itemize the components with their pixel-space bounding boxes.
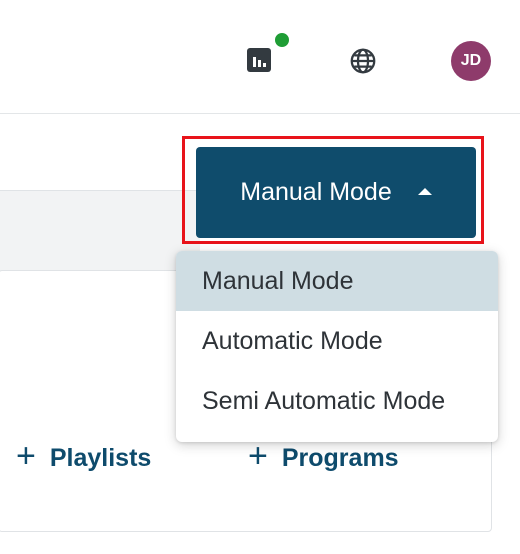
globe-icon[interactable] — [347, 45, 379, 77]
caret-up-icon — [417, 188, 432, 195]
top-bar: JD — [0, 0, 520, 114]
analytics-icon[interactable] — [246, 47, 272, 73]
menu-item-semi-automatic-mode[interactable]: Semi Automatic Mode — [176, 371, 498, 431]
add-playlists-button[interactable]: + Playlists — [16, 439, 152, 473]
mode-dropdown-menu: Manual Mode Automatic Mode Semi Automati… — [176, 251, 498, 442]
plus-icon: + — [16, 437, 36, 475]
avatar[interactable]: JD — [451, 41, 491, 81]
menu-item-automatic-mode[interactable]: Automatic Mode — [176, 311, 498, 371]
mode-dropdown-button[interactable]: Manual Mode — [196, 147, 476, 238]
mode-dropdown-label: Manual Mode — [240, 178, 392, 206]
programs-label: Programs — [281, 443, 399, 472]
notification-dot — [273, 31, 291, 49]
plus-icon: + — [248, 437, 268, 475]
background-panel — [0, 190, 200, 271]
playlists-label: Playlists — [49, 443, 152, 472]
menu-item-manual-mode[interactable]: Manual Mode — [176, 251, 498, 311]
add-programs-button[interactable]: + Programs — [248, 439, 399, 473]
